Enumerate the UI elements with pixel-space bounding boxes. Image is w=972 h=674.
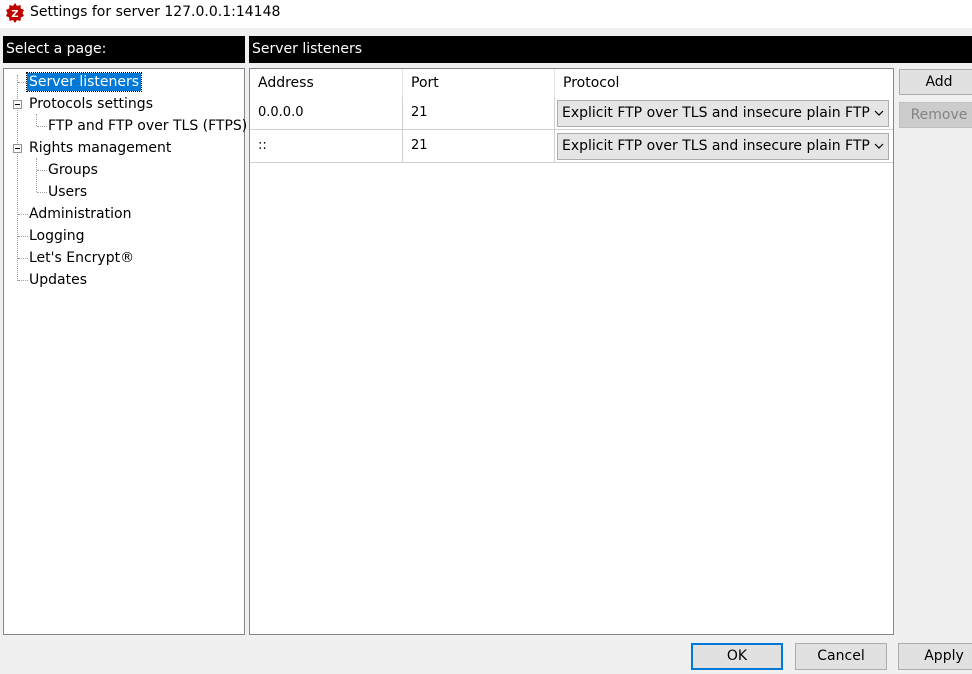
tree-item-server-listeners[interactable]: Server listeners <box>25 72 143 92</box>
chevron-down-icon <box>874 143 884 149</box>
column-header-protocol[interactable]: Protocol <box>555 69 893 97</box>
remove-button[interactable]: Remove <box>899 102 972 128</box>
protocol-dropdown[interactable]: Explicit FTP over TLS and insecure plain… <box>557 133 889 160</box>
tree-item-updates[interactable]: Updates <box>27 271 89 289</box>
tree-item-protocols-settings[interactable]: Protocols settings <box>27 95 155 113</box>
settings-window: Z Settings for server 127.0.0.1:14148 Se… <box>0 0 972 674</box>
address-cell[interactable]: 0.0.0.0 <box>250 97 403 129</box>
tree-connector <box>36 158 37 192</box>
port-cell[interactable]: 21 <box>403 97 555 129</box>
tree-item-logging[interactable]: Logging <box>27 227 87 245</box>
tree-item-administration[interactable]: Administration <box>27 205 133 223</box>
tree-item-ftp-ftps[interactable]: FTP and FTP over TLS (FTPS) <box>46 117 249 135</box>
ok-button[interactable]: OK <box>691 643 783 670</box>
tree-item-groups[interactable]: Groups <box>46 161 100 179</box>
title-bar: Z Settings for server 127.0.0.1:14148 <box>0 0 972 28</box>
filezilla-server-icon: Z <box>6 3 24 23</box>
protocol-dropdown[interactable]: Explicit FTP over TLS and insecure plain… <box>557 100 889 127</box>
page-tree[interactable]: Server listeners Protocols settings FTP … <box>3 68 247 635</box>
apply-button[interactable]: Apply <box>898 643 972 670</box>
chevron-down-icon <box>874 110 884 116</box>
cancel-button[interactable]: Cancel <box>795 643 887 670</box>
collapse-rights-icon[interactable] <box>13 144 22 153</box>
tree-item-rights-management[interactable]: Rights management <box>27 139 173 157</box>
collapse-protocols-icon[interactable] <box>13 100 22 109</box>
svg-text:Z: Z <box>11 9 18 20</box>
tree-item-lets-encrypt[interactable]: Let's Encrypt® <box>27 249 136 267</box>
section-header: Server listeners <box>249 36 972 63</box>
tree-item-users[interactable]: Users <box>46 183 89 201</box>
select-page-header: Select a page: <box>3 36 245 63</box>
add-button[interactable]: Add <box>899 69 972 95</box>
column-header-address[interactable]: Address <box>250 69 403 97</box>
address-cell[interactable]: :: <box>250 130 403 162</box>
window-title: Settings for server 127.0.0.1:14148 <box>30 4 281 20</box>
tree-connector <box>36 114 37 126</box>
column-header-port[interactable]: Port <box>403 69 555 97</box>
protocol-dropdown-value: Explicit FTP over TLS and insecure plain… <box>562 105 870 121</box>
port-cell[interactable]: 21 <box>403 130 555 162</box>
protocol-dropdown-value: Explicit FTP over TLS and insecure plain… <box>562 138 870 154</box>
